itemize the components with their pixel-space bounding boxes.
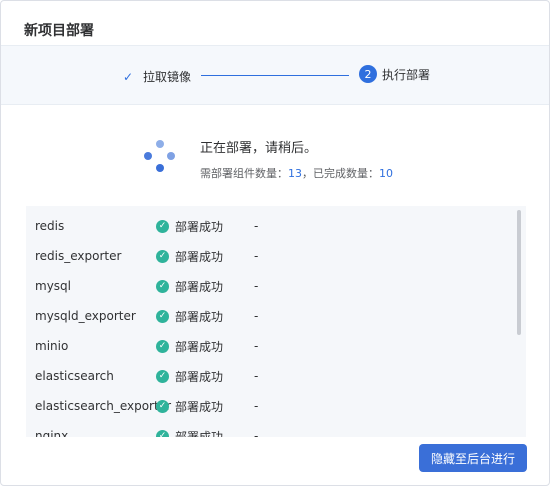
list-item: minio ✓ 部署成功 - (26, 331, 506, 361)
component-status: ✓ 部署成功 (156, 218, 223, 235)
success-check-icon: ✓ (156, 339, 169, 353)
step-connector-line (201, 75, 349, 76)
step-label: 执行部署 (382, 67, 431, 82)
loading-spinner-icon (143, 140, 177, 174)
deploy-dialog: 新项目部署 ✓ 拉取镜像 2 执行部署 正在部署，请稍后。 需部署组件数量：13… (0, 0, 550, 486)
component-status: ✓ 部署成功 (156, 398, 223, 415)
component-name: redis_exporter (35, 249, 122, 263)
component-status: ✓ 部署成功 (156, 248, 223, 265)
deploy-status: 正在部署，请稍后。 需部署组件数量：13，已完成数量：10 (200, 137, 393, 181)
list-item: redis ✓ 部署成功 - (26, 211, 506, 241)
component-status: ✓ 部署成功 (156, 368, 223, 385)
list-item: elasticsearch_exporter ✓ 部署成功 - (26, 391, 506, 421)
component-status: ✓ 部署成功 (156, 428, 223, 437)
success-check-icon: ✓ (156, 279, 169, 293)
component-name: mysqld_exporter (35, 309, 136, 323)
total-count: 13 (288, 167, 302, 180)
component-status: ✓ 部署成功 (156, 338, 223, 355)
step-number: 2 (359, 65, 377, 83)
list-item: redis_exporter ✓ 部署成功 - (26, 241, 506, 271)
component-name: redis (35, 219, 65, 233)
component-name: mysql (35, 279, 71, 293)
status-counts: 需部署组件数量：13，已完成数量：10 (200, 165, 393, 181)
completed-count: 10 (379, 167, 393, 180)
success-check-icon: ✓ (156, 369, 169, 383)
steps-bar: ✓ 拉取镜像 2 执行部署 (1, 45, 549, 105)
success-check-icon: ✓ (156, 219, 169, 233)
list-item: elasticsearch ✓ 部署成功 - (26, 361, 506, 391)
step-label: 拉取镜像 (143, 70, 192, 84)
component-extra: - (254, 429, 259, 437)
component-extra: - (254, 309, 259, 323)
component-extra: - (254, 219, 259, 233)
status-message: 正在部署，请稍后。 (200, 141, 318, 156)
dialog-title: 新项目部署 (24, 23, 94, 39)
check-icon: ✓ (123, 69, 134, 84)
hide-to-background-button[interactable]: 隐藏至后台进行 (419, 444, 527, 472)
component-name: nginx (35, 429, 69, 437)
component-extra: - (254, 369, 259, 383)
component-name: minio (35, 339, 69, 353)
success-check-icon: ✓ (156, 399, 169, 413)
list-item: mysqld_exporter ✓ 部署成功 - (26, 301, 506, 331)
component-name: elasticsearch (35, 369, 114, 383)
component-extra: - (254, 339, 259, 353)
list-scrollbar[interactable] (517, 210, 521, 335)
success-check-icon: ✓ (156, 309, 169, 323)
success-check-icon: ✓ (156, 249, 169, 263)
count-separator: ， (302, 167, 313, 180)
component-list[interactable]: redis ✓ 部署成功 - redis_exporter ✓ 部署成功 - mys… (26, 206, 526, 437)
success-check-icon: ✓ (156, 429, 169, 437)
completed-label: 已完成数量： (313, 167, 379, 180)
component-name: elasticsearch_exporter (35, 399, 172, 413)
component-extra: - (254, 249, 259, 263)
component-extra: - (254, 279, 259, 293)
component-status: ✓ 部署成功 (156, 308, 223, 325)
component-status: ✓ 部署成功 (156, 278, 223, 295)
list-item: mysql ✓ 部署成功 - (26, 271, 506, 301)
component-extra: - (254, 399, 259, 413)
step-deploy: 2 执行部署 (359, 65, 430, 83)
step-pull-image: ✓ 拉取镜像 (123, 68, 191, 85)
list-item: nginx ✓ 部署成功 - (26, 421, 506, 437)
total-label: 需部署组件数量： (200, 167, 288, 180)
